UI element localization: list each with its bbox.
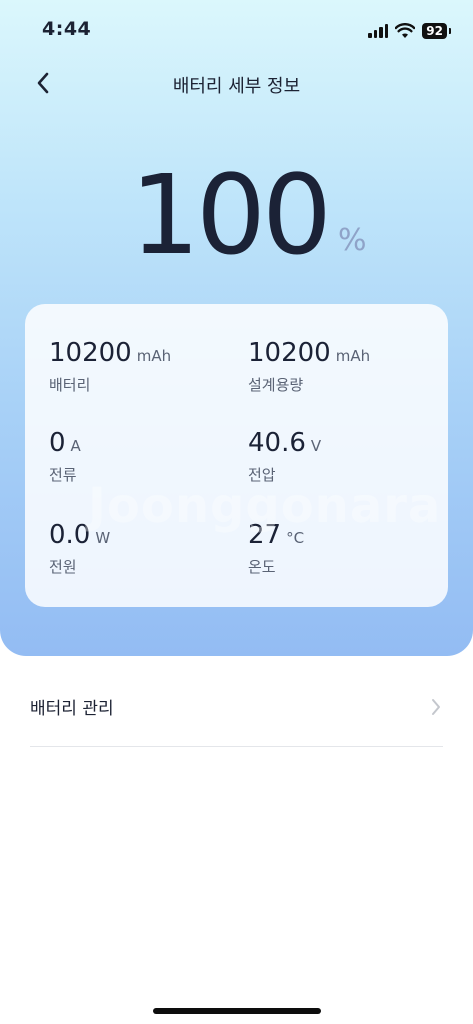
signal-icon <box>368 24 389 38</box>
watermark: Joonggonara <box>88 478 442 534</box>
wifi-icon <box>395 23 416 38</box>
stat-design-capacity: 10200 mAh 설계용량 <box>248 338 370 395</box>
stat-capacity: 10200 mAh 배터리 <box>49 338 171 395</box>
stat-value: 40.6 <box>248 428 306 458</box>
stat-value: 0 <box>49 428 66 458</box>
stat-unit: A <box>70 437 81 455</box>
battery-level: 100 % <box>130 140 366 270</box>
stat-value: 10200 <box>248 338 331 368</box>
stat-current: 0 A 전류 <box>49 428 81 485</box>
battery-manage-item[interactable]: 배터리 관리 <box>30 682 443 747</box>
stat-label: 온도 <box>248 558 276 576</box>
battery-level-unit: % <box>337 223 367 258</box>
status-time: 4:44 <box>42 18 92 40</box>
battery-manage-label: 배터리 관리 <box>30 699 114 719</box>
stat-unit: mAh <box>136 347 172 365</box>
chevron-right-icon <box>432 699 440 715</box>
stat-label: 설계용량 <box>248 376 304 394</box>
nav-bar: 배터리 세부 정보 <box>0 62 473 106</box>
stat-label: 전원 <box>49 558 77 576</box>
stat-unit: mAh <box>335 347 371 365</box>
stat-value: 0.0 <box>49 520 91 550</box>
home-indicator[interactable] <box>153 1008 321 1014</box>
stat-voltage: 40.6 V 전압 <box>248 428 321 485</box>
battery-icon: 92 <box>422 23 451 39</box>
stat-label: 배터리 <box>49 376 91 394</box>
status-bar: 4:44 92 <box>0 0 473 60</box>
stat-label: 전류 <box>49 466 77 484</box>
page-title: 배터리 세부 정보 <box>172 76 301 97</box>
battery-level-value: 100 <box>130 151 332 279</box>
status-icons: 92 <box>368 20 451 42</box>
stat-value: 10200 <box>49 338 132 368</box>
battery-stats-card: 10200 mAh 배터리 10200 mAh 설계용량 0 A 전류 40.6… <box>25 304 448 607</box>
stat-unit: V <box>310 437 322 455</box>
